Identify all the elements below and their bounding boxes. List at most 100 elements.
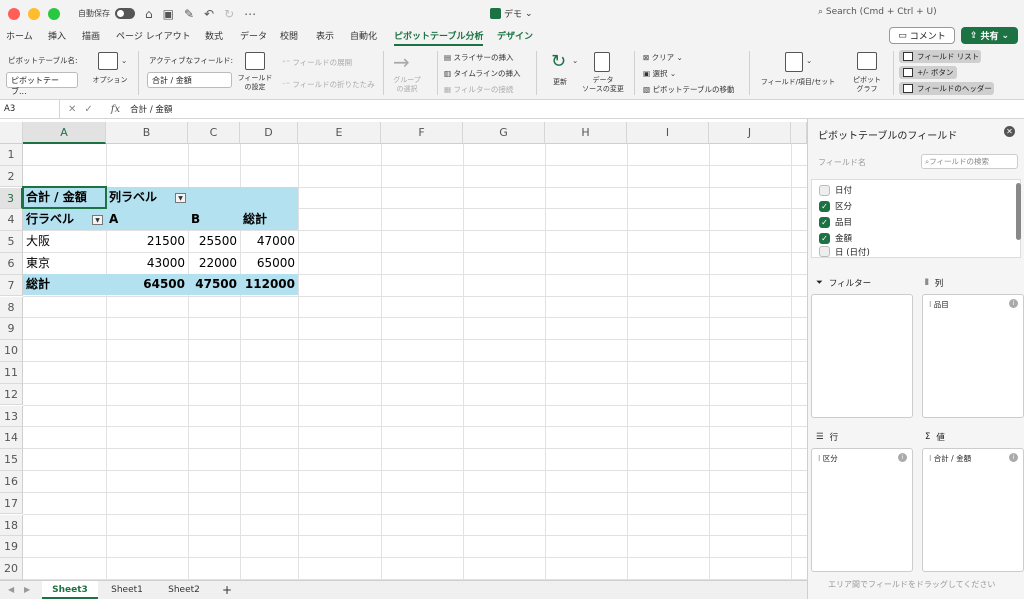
refresh-icon[interactable]: ↻ — [551, 51, 566, 72]
fields-items-sets-button[interactable]: フィールド/項目/セット — [755, 78, 841, 87]
pivot-col-b[interactable]: B — [188, 209, 240, 230]
column-header[interactable] — [791, 122, 807, 144]
minimize-window-button[interactable] — [28, 7, 40, 20]
sheet-tab[interactable]: Sheet2 — [156, 581, 212, 599]
row-header[interactable]: 17 — [0, 492, 23, 515]
tab-pivot-analyze[interactable]: ピボットテーブル分析 — [394, 29, 484, 46]
autosave-toggle[interactable] — [115, 8, 135, 19]
info-icon[interactable]: i — [898, 453, 907, 462]
values-field-chip[interactable]: ⁝ 合計 / 金額 — [929, 453, 971, 464]
row-header[interactable]: 9 — [0, 318, 23, 340]
pivot-cell[interactable]: 22000 — [188, 253, 240, 274]
chevron-down-icon[interactable]: ⌄ — [121, 56, 127, 65]
row-header[interactable]: 13 — [0, 405, 23, 428]
formula-input[interactable]: 合計 / 金額 — [130, 103, 172, 115]
tab-view[interactable]: 表示 — [316, 29, 334, 42]
plusminus-toggle[interactable]: +/- ボタン — [899, 66, 957, 79]
pivot-name-input[interactable]: ピボットテーブ... — [6, 72, 78, 96]
comment-button[interactable]: ▭ コメント — [889, 27, 955, 44]
row-header[interactable]: 14 — [0, 427, 23, 449]
pivot-grand-total-col[interactable]: 総計 — [240, 209, 298, 230]
pivot-total-cell[interactable]: 64500 — [106, 274, 188, 295]
tab-review[interactable]: 校閲 — [280, 29, 298, 42]
tab-formulas[interactable]: 数式 — [205, 29, 223, 42]
group-selection-button[interactable]: グループ の選択 — [386, 76, 428, 94]
column-header[interactable]: C — [188, 122, 240, 144]
field-settings-icon[interactable] — [245, 52, 265, 70]
tab-insert[interactable]: 挿入 — [48, 29, 66, 42]
field-item[interactable]: 日 (日付) — [819, 246, 870, 257]
redo-icon[interactable]: ↻ — [224, 7, 234, 21]
pivot-total-label[interactable]: 総計 — [23, 274, 106, 295]
field-list-toggle[interactable]: フィールド リスト — [899, 50, 981, 63]
refresh-button[interactable]: 更新 — [545, 78, 575, 87]
pivot-total-cell[interactable]: 112000 — [240, 274, 298, 295]
column-filter-dropdown-icon[interactable]: ▼ — [175, 193, 186, 203]
field-list-scrollbar[interactable] — [1016, 183, 1021, 240]
row-header[interactable]: 12 — [0, 383, 23, 406]
close-window-button[interactable] — [8, 7, 20, 20]
tab-design[interactable]: デザイン — [497, 29, 533, 42]
search-box[interactable]: ⌕ Search (Cmd + Ctrl + U) — [818, 7, 937, 17]
filter-connection-button[interactable]: ▦ フィルターの接続 — [444, 84, 513, 95]
pivot-col-a[interactable]: A — [106, 209, 188, 230]
field-checkbox[interactable]: ✓ — [819, 200, 830, 212]
next-sheet-icon[interactable]: ▶ — [24, 585, 30, 594]
row-header[interactable]: 7 — [0, 274, 23, 297]
insert-slicer-button[interactable]: ▤ スライサーの挿入 — [444, 52, 513, 63]
field-item[interactable]: 日付 — [819, 183, 852, 197]
document-title[interactable]: デモ ⌄ — [490, 7, 533, 20]
spreadsheet-grid[interactable]: A B C D E F G H I J 1 2 3 4 5 6 7 8 9 10 11 12 13 14 1… — [0, 122, 807, 580]
column-header[interactable]: H — [545, 122, 627, 144]
pivot-cell[interactable]: 47000 — [240, 231, 298, 252]
chevron-down-icon[interactable]: ⌄ — [572, 56, 578, 65]
tab-draw[interactable]: 描画 — [82, 29, 100, 42]
pivot-chart-button[interactable]: ピボット グラフ — [847, 76, 887, 94]
edit-icon[interactable]: ✎ — [184, 7, 194, 21]
row-header[interactable]: 15 — [0, 449, 23, 471]
active-field-input[interactable]: 合計 / 金額 — [147, 72, 232, 88]
values-drop-area[interactable]: ⁝ 合計 / 金額 i — [922, 448, 1024, 572]
field-list[interactable]: 日付 ✓ 区分 ✓ 品目 ✓ 金額 日 (日付) — [811, 179, 1021, 258]
column-header[interactable]: B — [106, 122, 188, 144]
clear-button[interactable]: ⊠ クリア ⌄ — [643, 52, 683, 63]
row-header[interactable]: 3 — [0, 187, 23, 210]
row-header[interactable]: 18 — [0, 514, 23, 537]
field-item[interactable]: ✓ 区分 — [819, 199, 852, 213]
pivot-chart-icon[interactable] — [857, 52, 877, 70]
sheet-tab[interactable]: Sheet3 — [42, 581, 98, 599]
column-header[interactable]: I — [627, 122, 709, 144]
column-header[interactable]: E — [298, 122, 381, 144]
name-box[interactable]: A3 — [0, 99, 60, 119]
row-header[interactable]: 19 — [0, 536, 23, 558]
home-icon[interactable]: ⌂ — [145, 7, 153, 21]
more-icon[interactable]: ⋯ — [244, 7, 256, 21]
function-icon[interactable]: fx — [101, 104, 120, 115]
close-pane-icon[interactable]: ✕ — [1004, 126, 1015, 137]
change-datasource-button[interactable]: データ ソースの変更 — [578, 76, 628, 94]
row-header[interactable]: 10 — [0, 340, 23, 362]
pivot-cell[interactable]: 21500 — [106, 231, 188, 252]
field-item[interactable]: ✓ 品目 — [819, 215, 852, 229]
field-item[interactable]: ✓ 金額 — [819, 231, 852, 245]
pivot-row-label[interactable]: 大阪 — [23, 231, 106, 252]
columns-field-chip[interactable]: ⁝ 品目 — [929, 299, 949, 310]
row-header[interactable]: 11 — [0, 362, 23, 384]
undo-icon[interactable]: ↶ — [204, 7, 214, 21]
add-sheet-button[interactable]: + — [216, 581, 238, 599]
options-button[interactable]: オプション — [90, 76, 130, 85]
pivot-cell[interactable]: 25500 — [188, 231, 240, 252]
row-header[interactable]: 20 — [0, 558, 23, 580]
row-header[interactable]: 4 — [0, 209, 23, 231]
pivot-row-label[interactable]: 東京 — [23, 253, 106, 274]
move-pivot-button[interactable]: ▧ ピボットテーブルの移動 — [643, 84, 735, 95]
pivot-cell[interactable]: 43000 — [106, 253, 188, 274]
field-search-input[interactable]: ⌕フィールドの検索 — [921, 154, 1018, 169]
column-header[interactable]: J — [709, 122, 791, 144]
column-header[interactable]: D — [240, 122, 298, 144]
row-header[interactable]: 5 — [0, 231, 23, 253]
maximize-window-button[interactable] — [48, 7, 60, 20]
chevron-down-icon[interactable]: ⌄ — [806, 56, 812, 65]
select-button[interactable]: ▣ 選択 ⌄ — [643, 68, 676, 79]
column-header[interactable]: F — [381, 122, 463, 144]
